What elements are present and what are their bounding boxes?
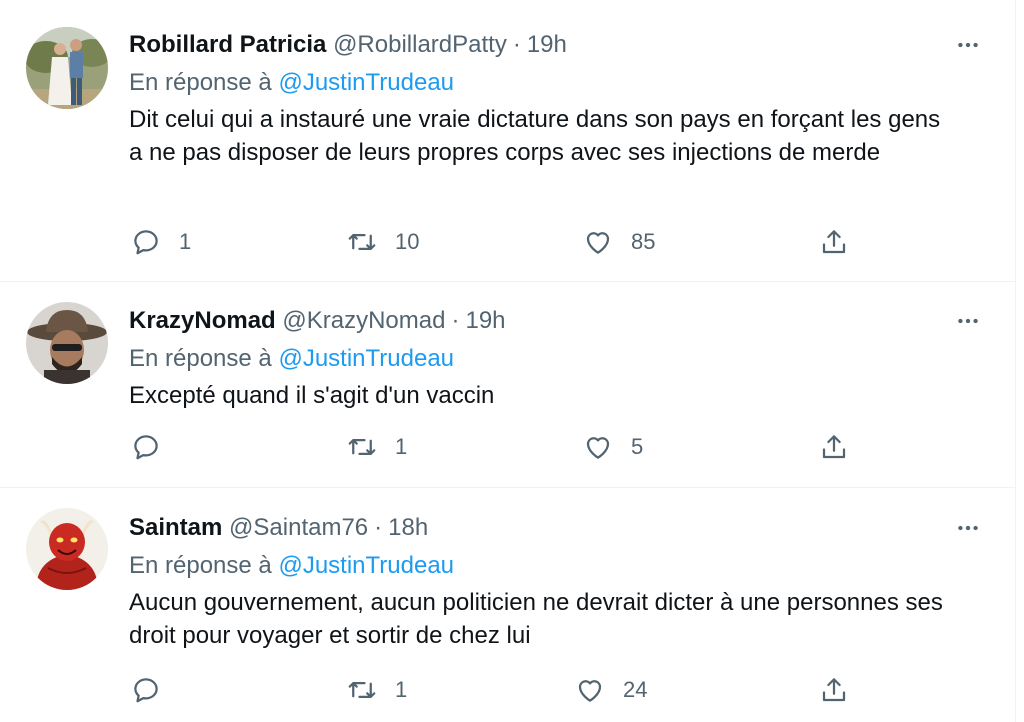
author-name[interactable]: Saintam <box>129 514 222 541</box>
replying-prefix: En réponse à <box>129 345 272 372</box>
tweet[interactable]: Robillard Patricia @RobillardPatty · 19h E… <box>0 0 1016 282</box>
timestamp[interactable]: 19h <box>527 31 567 58</box>
like-button[interactable]: 24 <box>575 672 647 708</box>
share-icon <box>822 678 846 702</box>
avatar[interactable] <box>26 508 108 590</box>
cowboy-hat-man-photo <box>26 302 108 384</box>
tweet-header: Robillard Patricia @RobillardPatty · 19h <box>129 27 986 63</box>
like-count: 5 <box>631 434 644 459</box>
more-options-button[interactable] <box>950 303 986 339</box>
reply-button[interactable] <box>131 672 179 708</box>
more-horizontal-icon <box>958 42 978 48</box>
replying-mention-link[interactable]: @JustinTrudeau <box>278 69 454 96</box>
retweet-count: 1 <box>395 434 408 459</box>
heart-icon <box>586 437 610 459</box>
share-icon <box>822 230 846 254</box>
reply-button[interactable]: 1 <box>131 224 191 260</box>
share-button[interactable] <box>819 429 849 465</box>
separator-dot: · <box>451 307 460 334</box>
replying-to: En réponse à @JustinTrudeau <box>129 339 986 379</box>
wedding-couple-photo <box>26 27 108 109</box>
retweet-count: 10 <box>395 229 420 254</box>
reply-count: 1 <box>179 229 192 254</box>
tweet-content: KrazyNomad @KrazyNomad · 19h En réponse à … <box>129 303 986 412</box>
tweet-header: KrazyNomad @KrazyNomad · 19h <box>129 303 986 339</box>
retweet-icon <box>348 234 376 250</box>
timestamp[interactable]: 19h <box>465 307 505 334</box>
replying-to: En réponse à @JustinTrudeau <box>129 546 986 586</box>
reply-icon <box>134 678 158 703</box>
tweet-header: Saintam @Saintam76 · 18h <box>129 510 986 546</box>
more-options-button[interactable] <box>950 510 986 546</box>
red-devil-cartoon <box>26 508 108 590</box>
author-name[interactable]: KrazyNomad <box>129 307 276 334</box>
tweet-actions: 1 24 <box>129 672 849 708</box>
author-handle[interactable]: @RobillardPatty <box>333 31 507 58</box>
retweet-button[interactable]: 10 <box>347 224 419 260</box>
retweet-count: 1 <box>395 677 408 702</box>
reply-button[interactable] <box>131 429 179 465</box>
tweet-text: Aucun gouvernement, aucun politicien ne … <box>129 589 943 649</box>
retweet-icon <box>348 682 376 698</box>
heart-icon <box>586 232 610 254</box>
share-button[interactable] <box>819 224 849 260</box>
tweet[interactable]: KrazyNomad @KrazyNomad · 19h En réponse à … <box>0 282 1016 488</box>
like-count: 24 <box>623 677 648 702</box>
separator-dot: · <box>374 514 383 541</box>
replying-prefix: En réponse à <box>129 552 272 579</box>
retweet-button[interactable]: 1 <box>347 672 407 708</box>
more-horizontal-icon <box>958 525 978 531</box>
retweet-button[interactable]: 1 <box>347 429 407 465</box>
separator-dot: · <box>512 31 521 58</box>
reply-icon <box>134 230 158 255</box>
retweet-icon <box>348 439 376 455</box>
author-name[interactable]: Robillard Patricia <box>129 31 326 58</box>
tweet[interactable]: Saintam @Saintam76 · 18h En réponse à @Jus… <box>0 488 1016 722</box>
tweet-content: Robillard Patricia @RobillardPatty · 19h E… <box>129 27 986 169</box>
like-button[interactable]: 85 <box>583 224 655 260</box>
like-count: 85 <box>631 229 656 254</box>
more-options-button[interactable] <box>950 27 986 63</box>
avatar[interactable] <box>26 27 108 109</box>
author-handle[interactable]: @KrazyNomad <box>282 307 445 334</box>
share-icon <box>822 435 846 459</box>
replying-prefix: En réponse à <box>129 69 272 96</box>
replying-to: En réponse à @JustinTrudeau <box>129 63 986 103</box>
reply-icon <box>134 435 158 460</box>
author-handle[interactable]: @Saintam76 <box>229 514 368 541</box>
share-button[interactable] <box>819 672 849 708</box>
like-button[interactable]: 5 <box>583 429 643 465</box>
tweet-text: Dit celui qui a instauré une vraie dicta… <box>129 106 941 166</box>
tweet-actions: 1 10 85 <box>129 224 849 260</box>
heart-icon <box>578 680 602 702</box>
replying-mention-link[interactable]: @JustinTrudeau <box>278 552 454 579</box>
reply-feed: Robillard Patricia @RobillardPatty · 19h E… <box>0 0 1016 722</box>
avatar[interactable] <box>26 302 108 384</box>
replying-mention-link[interactable]: @JustinTrudeau <box>278 345 454 372</box>
more-horizontal-icon <box>958 318 978 324</box>
tweet-text: Excepté quand il s'agit d'un vaccin <box>129 382 495 409</box>
tweet-content: Saintam @Saintam76 · 18h En réponse à @Jus… <box>129 510 986 652</box>
tweet-actions: 1 5 <box>129 429 849 465</box>
timestamp[interactable]: 18h <box>388 514 428 541</box>
